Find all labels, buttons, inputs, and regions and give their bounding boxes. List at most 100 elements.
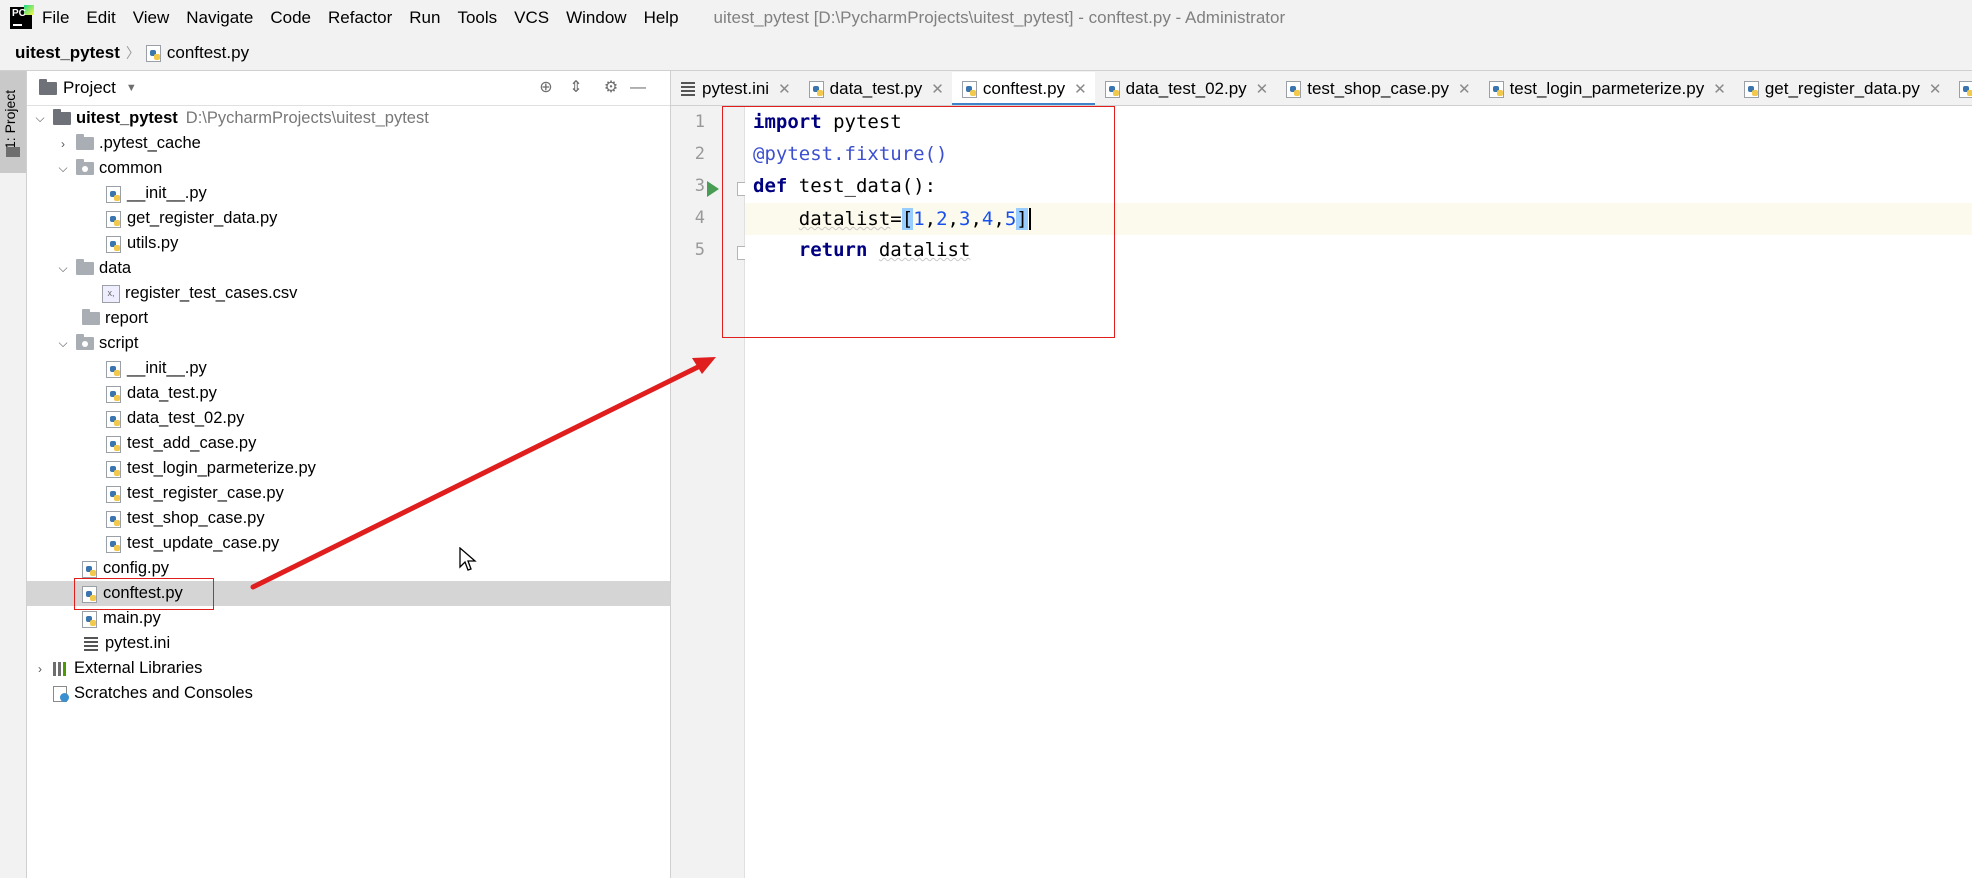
breadcrumb-file[interactable]: conftest.py	[145, 43, 250, 63]
close-icon[interactable]: ✕	[1256, 80, 1269, 98]
close-icon[interactable]: ✕	[1074, 80, 1087, 98]
tab-test-login-parmeterize[interactable]: test_login_parmeterize.py ✕	[1479, 72, 1734, 105]
tree-item-scratches[interactable]: Scratches and Consoles	[27, 681, 670, 706]
tab-label: test_shop_case.py	[1307, 78, 1449, 98]
project-panel: Project ▼ ⊕ ⇕ ⚙ — ⌵ uitest_pytest D:\Pyc…	[27, 71, 671, 878]
project-folder-icon	[39, 78, 57, 95]
tree-item-report[interactable]: report	[27, 306, 670, 331]
chevron-right-icon[interactable]: ›	[33, 662, 47, 676]
tree-item-label: test_add_case.py	[127, 434, 257, 452]
tab-label: pytest.ini	[702, 78, 770, 98]
tab-label: data_test_02.py	[1125, 78, 1247, 98]
python-file-icon	[145, 45, 162, 62]
python-file-icon	[106, 185, 122, 203]
menu-code[interactable]: Code	[270, 8, 311, 28]
tree-item-script[interactable]: ⌵ script	[27, 331, 670, 356]
tree-item-file[interactable]: data_test_02.py	[27, 406, 670, 431]
close-icon[interactable]: ✕	[778, 80, 791, 98]
tree-item-label: get_register_data.py	[127, 209, 278, 227]
project-view-selector[interactable]: Project	[63, 78, 116, 98]
chevron-down-icon[interactable]: ⌵	[56, 336, 70, 351]
tree-item-label: test_update_case.py	[127, 534, 280, 552]
tree-item-label: script	[99, 334, 139, 352]
gear-icon[interactable]: ⚙	[602, 79, 620, 97]
menu-view[interactable]: View	[133, 8, 170, 28]
menu-navigate[interactable]: Navigate	[186, 8, 253, 28]
close-icon[interactable]: ✕	[1458, 80, 1471, 98]
tree-item-label: test_register_case.py	[127, 484, 284, 502]
tree-item-file[interactable]: utils.py	[27, 231, 670, 256]
locate-icon[interactable]: ⊕	[537, 79, 555, 97]
pycharm-logo-icon: PC	[10, 5, 34, 29]
menu-window[interactable]: Window	[566, 8, 626, 28]
menu-file[interactable]: File	[42, 8, 69, 28]
tab-get-register-data[interactable]: get_register_data.py ✕	[1734, 72, 1950, 105]
tree-item-label: test_login_parmeterize.py	[127, 459, 316, 477]
python-file-icon	[1104, 80, 1121, 98]
tree-item-label: __init__.py	[127, 184, 207, 202]
tab-overflow[interactable]	[1949, 72, 1972, 105]
menu-run[interactable]: Run	[409, 8, 440, 28]
chevron-down-icon[interactable]: ⌵	[56, 261, 70, 276]
tree-item-file[interactable]: x, register_test_cases.csv	[27, 281, 670, 306]
tab-conftest-active[interactable]: conftest.py ✕	[951, 72, 1095, 105]
minimize-icon[interactable]: —	[629, 79, 647, 97]
tree-item-file[interactable]: pytest.ini	[27, 631, 670, 656]
libraries-icon	[53, 661, 69, 676]
tree-item-label: config.py	[103, 559, 170, 577]
close-icon[interactable]: ✕	[1713, 80, 1726, 98]
tree-item-label: data_test_02.py	[127, 409, 245, 427]
collapse-all-icon[interactable]: ⇕	[567, 79, 585, 97]
tree-item-file[interactable]: data_test.py	[27, 381, 670, 406]
menu-help[interactable]: Help	[644, 8, 679, 28]
chevron-down-icon[interactable]: ⌵	[33, 111, 47, 126]
python-file-icon	[106, 535, 122, 553]
breadcrumb: uitest_pytest 〉 conftest.py	[0, 36, 1972, 71]
tree-item-external-libraries[interactable]: › External Libraries	[27, 656, 670, 681]
project-tool-button[interactable]: 1: Project	[0, 71, 26, 173]
folder-icon	[76, 259, 94, 275]
tree-item-file[interactable]: __init__.py	[27, 181, 670, 206]
tree-item-file[interactable]: test_add_case.py	[27, 431, 670, 456]
tab-pytest-ini[interactable]: pytest.ini ✕	[671, 72, 799, 105]
dropdown-arrow-icon[interactable]: ▼	[126, 82, 137, 94]
menu-edit[interactable]: Edit	[86, 8, 115, 28]
tree-item-root[interactable]: ⌵ uitest_pytest D:\PycharmProjects\uites…	[27, 106, 670, 131]
tree-item-common[interactable]: ⌵ common	[27, 156, 670, 181]
breadcrumb-root[interactable]: uitest_pytest	[15, 43, 120, 63]
tab-data-test-02[interactable]: data_test_02.py ✕	[1095, 72, 1277, 105]
folder-icon	[82, 309, 100, 325]
python-file-icon	[1286, 80, 1302, 98]
python-file-icon	[1743, 80, 1760, 98]
tab-data-test[interactable]: data_test.py ✕	[799, 72, 952, 105]
tree-item-file[interactable]: test_shop_case.py	[27, 506, 670, 531]
menu-vcs[interactable]: VCS	[514, 8, 549, 28]
tree-item-file[interactable]: __init__.py	[27, 356, 670, 381]
chevron-right-icon[interactable]: ›	[56, 137, 70, 151]
package-folder-icon	[76, 334, 94, 350]
menu-tools[interactable]: Tools	[457, 8, 497, 28]
python-file-icon	[808, 80, 825, 98]
tree-item-file[interactable]: test_login_parmeterize.py	[27, 456, 670, 481]
tree-item-file[interactable]: test_update_case.py	[27, 531, 670, 556]
close-icon[interactable]: ✕	[1929, 80, 1942, 98]
run-test-icon[interactable]	[707, 181, 719, 197]
python-file-icon	[961, 80, 978, 98]
tree-item-label: Scratches and Consoles	[74, 684, 253, 702]
tree-item-pytest-cache[interactable]: › .pytest_cache	[27, 131, 670, 156]
close-icon[interactable]: ✕	[931, 80, 944, 98]
breadcrumb-file-label: conftest.py	[166, 43, 250, 62]
tree-item-label: report	[105, 309, 149, 327]
tree-item-file[interactable]: test_register_case.py	[27, 481, 670, 506]
tree-item-data[interactable]: ⌵ data	[27, 256, 670, 281]
folder-icon	[6, 147, 20, 157]
tree-item-file[interactable]: get_register_data.py	[27, 206, 670, 231]
tab-test-shop-case[interactable]: test_shop_case.py ✕	[1276, 72, 1478, 105]
tab-label: conftest.py	[982, 78, 1066, 98]
chevron-down-icon[interactable]: ⌵	[56, 161, 70, 176]
tree-item-label: data	[99, 259, 132, 277]
menu-refactor[interactable]: Refactor	[328, 8, 392, 28]
tree-item-label: common	[99, 159, 163, 177]
python-file-icon	[82, 610, 98, 628]
tree-item-label: uitest_pytest	[76, 109, 178, 127]
